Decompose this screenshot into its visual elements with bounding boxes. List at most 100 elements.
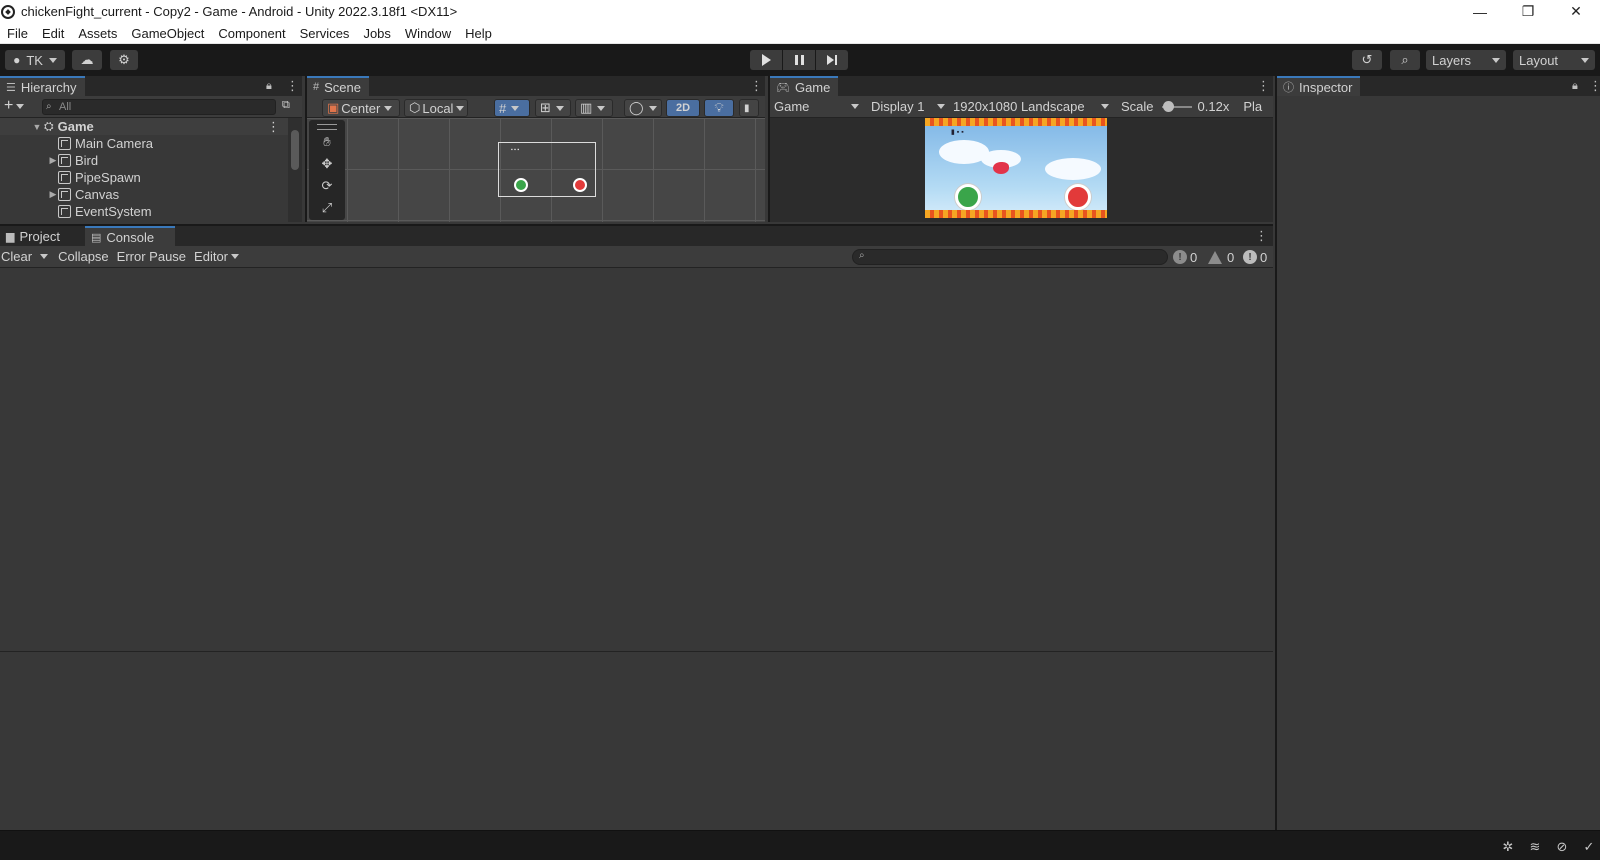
network-icon[interactable]: ⊘ <box>1554 839 1570 855</box>
scale-slider[interactable] <box>1161 100 1192 112</box>
play-focus-dropdown[interactable]: Pla <box>1239 99 1266 114</box>
game-view-dropdown[interactable]: Game <box>770 99 863 114</box>
console-log-list[interactable] <box>0 268 1273 651</box>
scene-viewport[interactable]: ▪ ▪ ▪ <box>307 118 765 222</box>
grid-visibility-toggle[interactable]: ⊞ <box>535 99 571 117</box>
check-circle-icon[interactable]: ✓ <box>1581 839 1597 855</box>
lock-icon[interactable]: 🔒︎ <box>266 78 278 94</box>
menu-gameobject[interactable]: GameObject <box>124 26 211 41</box>
chevron-down-icon[interactable] <box>16 104 24 109</box>
collab-button[interactable]: ⚙ <box>110 50 138 70</box>
hierarchy-item[interactable]: PipeSpawn <box>0 169 141 186</box>
error-count-toggle[interactable]: ! 0 <box>1243 248 1267 266</box>
restore-button[interactable]: ❐ <box>1504 0 1552 23</box>
expand-arrow-icon[interactable]: ▼ <box>32 122 42 132</box>
more-options-icon[interactable]: ⋮ <box>1589 78 1600 94</box>
cloud-icon: ☁ <box>80 52 94 67</box>
error-pause-toggle[interactable]: Error Pause <box>113 249 190 264</box>
warning-count-toggle[interactable]: 0 <box>1208 248 1234 266</box>
more-options-icon[interactable]: ⋮ <box>267 119 280 135</box>
scale-tool-button[interactable]: ⤢ <box>312 198 342 218</box>
expand-arrow-icon[interactable]: ▶ <box>48 189 58 200</box>
more-options-icon[interactable]: ⋮ <box>750 78 763 94</box>
expand-arrow-icon[interactable]: ▶ <box>48 155 58 166</box>
layout-dropdown[interactable]: Layout <box>1513 50 1595 70</box>
more-options-icon[interactable]: ⋮ <box>1257 78 1270 94</box>
layers-dropdown[interactable]: Layers <box>1426 50 1506 70</box>
lock-icon[interactable]: 🔒︎ <box>1572 78 1584 94</box>
lighting-toggle[interactable]: 💡︎ <box>704 99 734 117</box>
window-controls: — ❐ ✕ <box>1456 0 1600 23</box>
add-icon[interactable]: + <box>4 97 13 115</box>
menu-component[interactable]: Component <box>211 26 292 41</box>
tab-inspector[interactable]: ⓘ Inspector <box>1277 76 1361 96</box>
menu-window[interactable]: Window <box>398 26 458 41</box>
hierarchy-search-input[interactable]: ⌕ All <box>42 99 276 115</box>
cube-icon: ⬡ <box>409 100 421 115</box>
cloud-button[interactable]: ☁ <box>72 50 102 70</box>
chevron-down-icon <box>648 105 657 111</box>
info-count-toggle[interactable]: ! 0 <box>1173 248 1197 266</box>
tab-game[interactable]: 🎮︎ Game <box>770 76 839 96</box>
menu-services[interactable]: Services <box>293 26 357 41</box>
bottom-tabbar: ▆ Project ▤ Console ⋮ <box>0 226 1273 246</box>
tab-scene[interactable]: # Scene <box>307 76 369 96</box>
pause-button[interactable] <box>783 50 815 70</box>
layout-label: Layout <box>1519 52 1559 68</box>
rotate-tool-button[interactable]: ⟳ <box>312 176 342 196</box>
move-tool-button[interactable]: ✥ <box>312 154 342 174</box>
hierarchy-item[interactable]: ▶ Bird <box>0 152 99 169</box>
search-icon: ⌕ <box>1401 52 1409 67</box>
tab-project[interactable]: ▆ Project <box>0 226 68 246</box>
play-button[interactable] <box>750 50 782 70</box>
info-icon: ⓘ <box>1283 82 1294 94</box>
chevron-down-icon[interactable] <box>40 254 49 259</box>
chevron-down-icon <box>456 105 465 111</box>
hierarchy-item[interactable]: Main Camera <box>0 135 153 152</box>
menu-edit[interactable]: Edit <box>35 26 71 41</box>
audio-toggle[interactable]: ▮ <box>739 99 759 117</box>
menu-jobs[interactable]: Jobs <box>356 26 397 41</box>
close-button[interactable]: ✕ <box>1552 0 1600 23</box>
pivot-dropdown[interactable]: ▣ Center <box>322 99 400 117</box>
collapse-toggle[interactable]: Collapse <box>54 249 113 264</box>
scene-visibility-icon[interactable]: ⧉ <box>282 99 290 112</box>
account-dropdown[interactable]: ● TK <box>5 50 65 70</box>
game-viewport[interactable]: ▮ ▪ ▪ <box>770 118 1273 222</box>
hierarchy-item[interactable]: EventSystem <box>0 203 152 220</box>
fire-border-bottom <box>925 210 1107 218</box>
search-button[interactable]: ⌕ <box>1390 50 1420 70</box>
bug-icon[interactable]: ✲ <box>1500 839 1516 855</box>
editor-dropdown[interactable]: Editor <box>190 249 243 264</box>
clear-button[interactable]: Clear <box>0 249 36 264</box>
hand-tool-button[interactable]: ✋︎ <box>312 132 342 152</box>
scrollbar-thumb[interactable] <box>291 130 299 170</box>
menu-help[interactable]: Help <box>458 26 499 41</box>
hierarchy-scene-row[interactable]: ▼ ⛭ Game ⋮ <box>0 118 288 135</box>
more-options-icon[interactable]: ⋮ <box>1255 228 1268 244</box>
hierarchy-item[interactable]: ▶ Canvas <box>0 186 120 203</box>
layers-icon[interactable]: ≋ <box>1527 839 1543 855</box>
increment-snap-toggle[interactable]: ▥ <box>575 99 613 117</box>
scene-name: Game <box>57 119 94 134</box>
warning-count: 0 <box>1227 249 1235 265</box>
undo-history-button[interactable]: ↺ <box>1352 50 1382 70</box>
draw-mode-dropdown[interactable]: ◯ <box>624 99 662 117</box>
resolution-dropdown[interactable]: 1920x1080 Landscape <box>949 99 1113 114</box>
menu-file[interactable]: File <box>0 26 35 41</box>
slider-handle[interactable] <box>1163 100 1175 112</box>
hierarchy-scrollbar[interactable] <box>288 118 302 222</box>
tab-console[interactable]: ▤ Console <box>85 226 175 246</box>
space-dropdown[interactable]: ⬡ Local <box>404 99 468 117</box>
tab-hierarchy[interactable]: ☰ Hierarchy <box>0 76 85 96</box>
minimize-button[interactable]: — <box>1456 0 1504 23</box>
step-button[interactable] <box>816 50 848 70</box>
console-search-input[interactable]: ⌕ <box>852 249 1168 265</box>
more-options-icon[interactable]: ⋮ <box>286 78 299 94</box>
scene-tab-label: Scene <box>324 79 361 95</box>
2d-mode-toggle[interactable]: 2D <box>666 99 700 117</box>
drag-handle-icon[interactable] <box>317 124 337 130</box>
grid-snap-toggle[interactable]: # <box>494 99 530 117</box>
display-dropdown[interactable]: Display 1 <box>867 99 949 114</box>
menu-assets[interactable]: Assets <box>71 26 124 41</box>
